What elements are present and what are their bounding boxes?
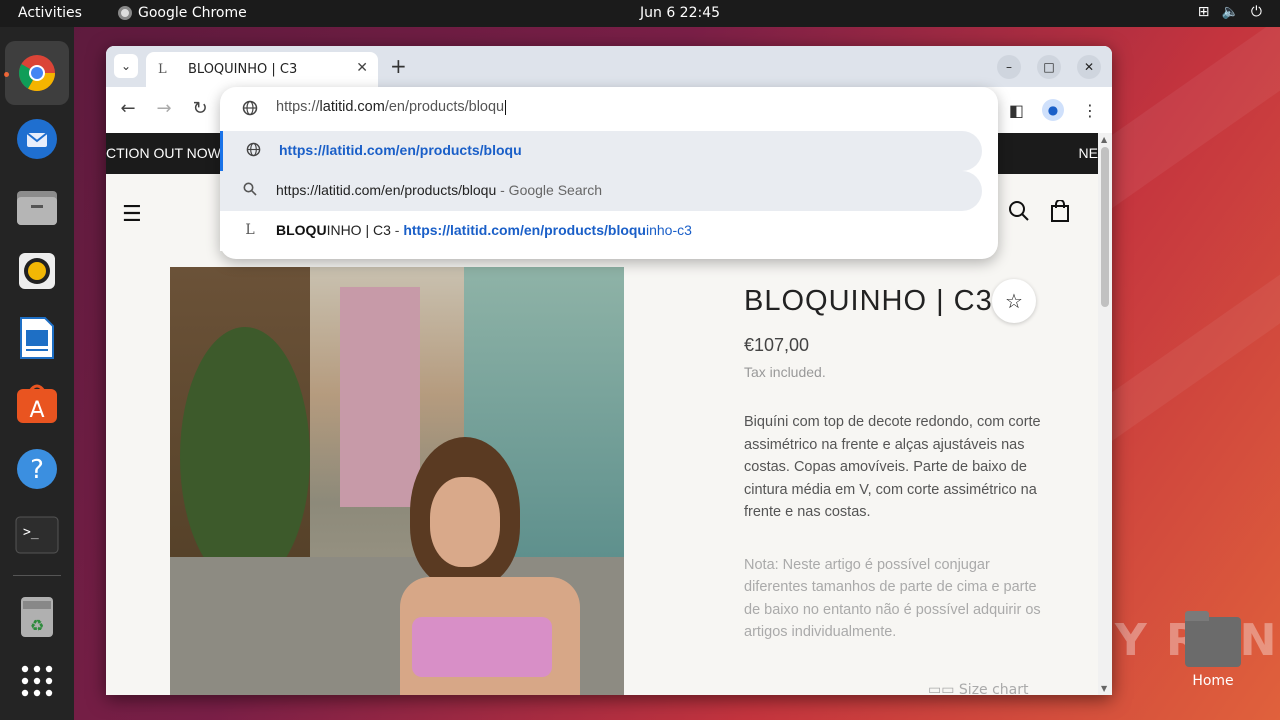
size-chart-label: Size chart xyxy=(958,682,1029,695)
writer-icon[interactable] xyxy=(13,314,61,362)
help-icon[interactable]: ? xyxy=(13,445,61,493)
site-favicon-icon: L xyxy=(245,222,255,238)
size-chart-link[interactable]: ▭▭ Size chart xyxy=(928,682,1029,695)
wishlist-button[interactable]: ☆ xyxy=(992,279,1036,323)
dock: A ? >_ ♻ xyxy=(0,27,74,720)
omnibox-input-row[interactable]: https://latitid.com/en/products/bloqu xyxy=(220,87,998,131)
files-icon[interactable] xyxy=(13,183,61,231)
shopping-bag-icon[interactable] xyxy=(1050,199,1070,227)
svg-text:>_: >_ xyxy=(23,525,39,540)
back-button[interactable]: ← xyxy=(116,98,140,119)
address-bar-input[interactable]: https://latitid.com/en/products/bloqu xyxy=(276,99,507,115)
suggestion-title-match: BLOQU xyxy=(276,222,327,238)
product-info: BLOQUINHO | C3 ☆ €107,00 Tax included. B… xyxy=(744,267,1044,644)
forward-button[interactable]: → xyxy=(152,98,176,119)
text-caret xyxy=(505,99,507,115)
ruler-icon: ▭▭ xyxy=(928,682,955,695)
suggestion-url[interactable]: https://latitid.com/en/products/bloqu xyxy=(220,131,982,171)
network-icon: ⊞ xyxy=(1197,4,1210,20)
suggestion-url-rest: inho-c3 xyxy=(645,222,692,238)
suggestion-text: BLOQUINHO | C3 - https://latitid.com/en/… xyxy=(276,222,692,238)
site-favicon-icon: L xyxy=(158,62,167,77)
volume-icon: 🔈 xyxy=(1221,4,1239,20)
app-name: Google Chrome xyxy=(138,5,247,21)
scroll-up-icon[interactable]: ▲ xyxy=(1101,135,1107,144)
thunderbird-icon[interactable] xyxy=(13,115,61,163)
maximize-icon: □ xyxy=(1043,60,1055,74)
svg-text:?: ? xyxy=(30,455,44,485)
url-path: /en/products/bloqu xyxy=(384,99,505,115)
home-label: Home xyxy=(1192,673,1234,689)
product-note: Nota: Neste artigo é possível conjugar d… xyxy=(744,556,1041,641)
search-icon xyxy=(242,182,258,199)
app-menu[interactable]: Google Chrome xyxy=(118,5,247,21)
system-tray[interactable]: ⊞ 🔈 ⏻ xyxy=(1198,4,1262,20)
hamburger-menu-icon[interactable]: ☰ xyxy=(122,202,142,227)
profile-avatar[interactable]: ● xyxy=(1042,99,1064,121)
app-grid-icon[interactable] xyxy=(13,657,61,705)
minimize-icon: – xyxy=(1006,60,1012,74)
minimize-button[interactable]: – xyxy=(997,55,1021,79)
product-image[interactable] xyxy=(170,267,624,695)
globe-icon xyxy=(242,100,258,120)
scroll-down-icon[interactable]: ▼ xyxy=(1101,684,1107,693)
reload-button[interactable]: ↻ xyxy=(188,98,212,119)
suggestion-suffix: - Google Search xyxy=(496,182,603,198)
tax-note: Tax included. xyxy=(744,364,826,380)
suggestion-separator: - xyxy=(390,222,404,238)
suggestion-title-rest: INHO | C3 xyxy=(326,222,391,238)
tab-active[interactable]: L BLOQUINHO | C3 ✕ xyxy=(146,52,378,87)
url-host: latitid.com xyxy=(319,99,385,115)
side-panel-icon[interactable]: ◧ xyxy=(1009,101,1024,120)
chrome-icon[interactable] xyxy=(5,41,69,105)
top-bar: Activities Google Chrome Jun 6 22:45 ⊞ 🔈… xyxy=(0,0,1280,27)
suggestion-text: https://latitid.com/en/products/bloqu - … xyxy=(276,182,602,198)
suggestion-url-match: https://latitid.com/en/products/bloqu xyxy=(403,222,646,238)
close-window-button[interactable]: ✕ xyxy=(1077,55,1101,79)
terminal-icon[interactable]: >_ xyxy=(13,511,61,559)
power-icon: ⏻ xyxy=(1250,4,1262,20)
suggestion-query: https://latitid.com/en/products/bloqu xyxy=(276,182,497,198)
close-icon[interactable]: ✕ xyxy=(356,60,368,76)
tab-strip: ⌄ L BLOQUINHO | C3 ✕ + – □ ✕ xyxy=(106,46,1112,87)
app-center-icon[interactable]: A xyxy=(13,379,61,427)
product-price: €107,00 xyxy=(744,335,810,355)
dock-separator xyxy=(13,575,61,576)
activities-button[interactable]: Activities xyxy=(18,5,82,21)
tab-search-button[interactable]: ⌄ xyxy=(114,54,138,78)
tab-title: BLOQUINHO | C3 xyxy=(188,62,298,77)
maximize-button[interactable]: □ xyxy=(1037,55,1061,79)
menu-dots-icon[interactable]: ⋮ xyxy=(1082,101,1098,120)
chrome-small-icon xyxy=(118,6,132,20)
page-scrollbar[interactable]: ▲ ▼ xyxy=(1098,133,1112,695)
announcement-text[interactable]: CTION OUT NOW xyxy=(106,145,221,161)
home-folder[interactable]: Home xyxy=(1183,611,1243,689)
suggestion-search[interactable]: https://latitid.com/en/products/bloqu - … xyxy=(220,171,982,211)
svg-text:A: A xyxy=(29,398,44,423)
trash-icon[interactable]: ♻ xyxy=(13,593,61,641)
search-icon[interactable] xyxy=(1008,200,1030,227)
toolbar-right: ◧ ● ⋮ xyxy=(1009,99,1098,121)
star-icon: ☆ xyxy=(1005,290,1023,313)
url-prefix: https:// xyxy=(276,99,320,115)
folder-icon xyxy=(1185,611,1241,667)
suggestion-history[interactable]: L BLOQUINHO | C3 - https://latitid.com/e… xyxy=(220,211,982,251)
product-description: Biquíni com top de decote redondo, com c… xyxy=(744,414,1041,520)
announcement-text-next[interactable]: NE xyxy=(1079,145,1098,161)
scrollbar-thumb[interactable] xyxy=(1101,147,1109,307)
omnibox-dropdown: https://latitid.com/en/products/bloqu ht… xyxy=(220,87,998,259)
rhythmbox-icon[interactable] xyxy=(13,247,61,295)
svg-text:♻: ♻ xyxy=(30,616,44,635)
suggestion-text: https://latitid.com/en/products/bloqu xyxy=(279,142,522,158)
globe-icon xyxy=(245,142,261,160)
clock[interactable]: Jun 6 22:45 xyxy=(640,5,720,21)
chevron-down-icon: ⌄ xyxy=(120,59,132,73)
new-tab-button[interactable]: + xyxy=(390,54,407,78)
close-icon: ✕ xyxy=(1083,60,1095,74)
